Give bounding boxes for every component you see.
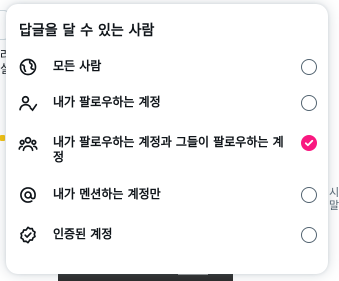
check-icon [304, 139, 314, 147]
verified-badge-icon [18, 225, 38, 245]
option-everyone[interactable]: 모든 사람 [6, 48, 328, 86]
option-label: 모든 사람 [53, 59, 102, 73]
menu-title: 답글을 달 수 있는 사람 [19, 23, 155, 39]
background-emoji-fragment [0, 135, 5, 141]
option-mentioned-only[interactable]: 내가 멘션하는 계정만 [6, 176, 328, 214]
option-label: 내가 팔로우하는 계정과 그들이 팔로우하는 계정 [53, 135, 284, 164]
radio-unselected[interactable] [301, 95, 317, 111]
background-text-right: 시 말 [329, 186, 339, 212]
person-check-icon [18, 93, 38, 113]
at-sign-icon [18, 185, 38, 205]
reply-permission-menu: 답글을 달 수 있는 사람 모든 사람 내가 팔로우하는 계정 내가 팔로우하는… [6, 4, 328, 274]
radio-selected[interactable] [301, 135, 317, 151]
option-following-and-their-follows[interactable]: 내가 팔로우하는 계정과 그들이 팔로우하는 계정 [6, 124, 328, 172]
radio-unselected[interactable] [301, 59, 317, 75]
option-verified-accounts[interactable]: 인증된 계정 [6, 216, 328, 254]
radio-unselected[interactable] [301, 187, 317, 203]
option-following[interactable]: 내가 팔로우하는 계정 [6, 84, 328, 122]
radio-unselected[interactable] [301, 227, 317, 243]
globe-icon [18, 57, 38, 77]
option-label: 내가 멘션하는 계정만 [53, 187, 161, 201]
option-label: 인증된 계정 [53, 227, 113, 241]
option-label: 내가 팔로우하는 계정 [53, 95, 161, 109]
people-icon [18, 134, 38, 154]
